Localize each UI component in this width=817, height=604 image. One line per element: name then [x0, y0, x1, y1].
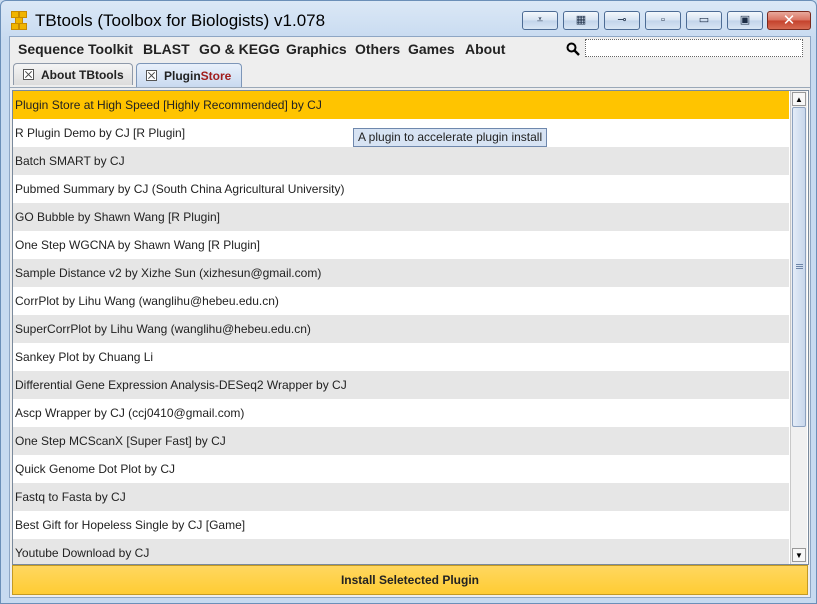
minimize-icon: ▭ [698, 14, 710, 26]
close-icon: ✕ [782, 12, 796, 29]
menu-bar: Sequence Toolkit BLAST GO & KEGG Graphic… [10, 37, 810, 61]
collapse-icon: ⩡ [536, 14, 544, 26]
list-item[interactable]: Sample Distance v2 by Xizhe Sun (xizhesu… [13, 259, 789, 287]
pin-icon: ⊸ [617, 14, 627, 26]
plugin-tooltip: A plugin to accelerate plugin install [353, 128, 548, 147]
tab-label: Plugin [164, 68, 201, 83]
vertical-scrollbar[interactable]: ▲ ▼ [790, 91, 807, 564]
collapse-button[interactable]: ⩡ [522, 11, 558, 30]
tbtools-logo-icon [11, 11, 27, 30]
minimize-small-button[interactable]: ▫ [645, 11, 681, 30]
tab-strip: About TBtools Plugin Store [10, 61, 810, 88]
tab-plugin-store[interactable]: Plugin Store [136, 63, 242, 87]
search-icon [566, 42, 580, 56]
pin-button[interactable]: ⊸ [604, 11, 640, 30]
scroll-down-arrow-icon[interactable]: ▼ [792, 548, 806, 562]
app-window: TBtools (Toolbox for Biologists) v1.078 … [0, 0, 817, 604]
search-input[interactable] [585, 39, 803, 57]
close-button[interactable]: ✕ [767, 11, 811, 30]
menu-about[interactable]: About [465, 41, 505, 57]
tab-label-accent: Store [200, 68, 232, 83]
list-item[interactable]: Pubmed Summary by CJ (South China Agricu… [13, 175, 789, 203]
tab-about-tbtools[interactable]: About TBtools [13, 63, 133, 85]
scrollbar-thumb[interactable] [792, 107, 806, 427]
plugin-list-panel: Plugin Store at High Speed [Highly Recom… [12, 90, 809, 565]
list-item[interactable]: One Step MCScanX [Super Fast] by CJ [13, 427, 789, 455]
keyboard-button[interactable]: ▦ [563, 11, 599, 30]
list-item[interactable]: GO Bubble by Shawn Wang [R Plugin] [13, 203, 789, 231]
minimize-small-icon: ▫ [661, 14, 665, 26]
list-item[interactable]: Plugin Store at High Speed [Highly Recom… [13, 91, 789, 119]
list-item[interactable]: Fastq to Fasta by CJ [13, 483, 789, 511]
list-item[interactable]: Best Gift for Hopeless Single by CJ [Gam… [13, 511, 789, 539]
list-item[interactable]: Differential Gene Expression Analysis-DE… [13, 371, 789, 399]
title-bar[interactable]: TBtools (Toolbox for Biologists) v1.078 … [1, 1, 816, 37]
menu-blast[interactable]: BLAST [143, 41, 190, 57]
menu-go-kegg[interactable]: GO & KEGG [199, 41, 280, 57]
menu-others[interactable]: Others [355, 41, 400, 57]
list-item[interactable]: SuperCorrPlot by Lihu Wang (wanglihu@heb… [13, 315, 789, 343]
list-item[interactable]: Quick Genome Dot Plot by CJ [13, 455, 789, 483]
maximize-button[interactable]: ▣ [727, 11, 763, 30]
list-item[interactable]: One Step WGCNA by Shawn Wang [R Plugin] [13, 231, 789, 259]
menu-games[interactable]: Games [408, 41, 455, 57]
tab-label: About TBtools [41, 67, 124, 82]
list-item[interactable]: Sankey Plot by Chuang Li [13, 343, 789, 371]
client-area: Sequence Toolkit BLAST GO & KEGG Graphic… [9, 36, 811, 598]
tab-close-icon[interactable] [146, 70, 157, 81]
plugin-list[interactable]: Plugin Store at High Speed [Highly Recom… [13, 91, 789, 564]
install-plugin-button[interactable]: Install Seletected Plugin [12, 565, 808, 595]
keyboard-icon: ▦ [575, 14, 587, 26]
minimize-button[interactable]: ▭ [686, 11, 722, 30]
tab-close-icon[interactable] [23, 69, 34, 80]
menu-sequence-toolkit[interactable]: Sequence Toolkit [18, 41, 133, 57]
list-item[interactable]: Batch SMART by CJ [13, 147, 789, 175]
menu-graphics[interactable]: Graphics [286, 41, 347, 57]
list-item[interactable]: CorrPlot by Lihu Wang (wanglihu@hebeu.ed… [13, 287, 789, 315]
list-item[interactable]: Ascp Wrapper by CJ (ccj0410@gmail.com) [13, 399, 789, 427]
list-item[interactable]: Youtube Download by CJ [13, 539, 789, 564]
maximize-icon: ▣ [739, 14, 751, 26]
window-title: TBtools (Toolbox for Biologists) v1.078 [35, 11, 326, 30]
scroll-up-arrow-icon[interactable]: ▲ [792, 92, 806, 106]
